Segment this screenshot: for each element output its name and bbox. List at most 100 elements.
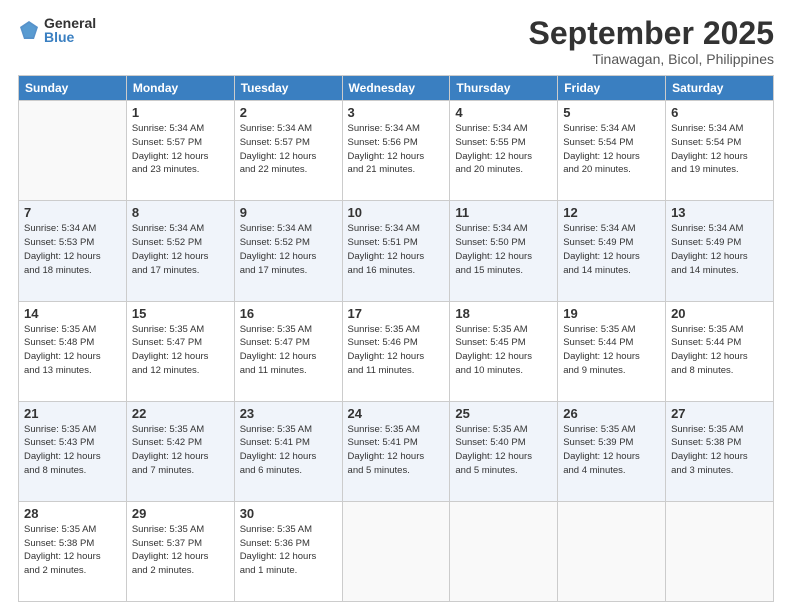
calendar-cell [666, 501, 774, 601]
day-number: 28 [24, 506, 121, 521]
calendar-cell: 28Sunrise: 5:35 AMSunset: 5:38 PMDayligh… [19, 501, 127, 601]
day-number: 17 [348, 306, 445, 321]
day-number: 5 [563, 105, 660, 120]
calendar-week-row: 28Sunrise: 5:35 AMSunset: 5:38 PMDayligh… [19, 501, 774, 601]
calendar-cell: 1 Sunrise: 5:34 AMSunset: 5:57 PMDaylight… [126, 101, 234, 201]
calendar-cell: 29 Sunrise: 5:35 AMSunset: 5:37 PMDayligh… [126, 501, 234, 601]
day-number: 2 [240, 105, 337, 120]
day-info: Sunrise: 5:34 AMSunset: 5:57 PMDaylight:… [132, 122, 229, 177]
day-number: 15 [132, 306, 229, 321]
calendar-cell [19, 101, 127, 201]
calendar-cell: 6 Sunrise: 5:34 AMSunset: 5:54 PMDaylight… [666, 101, 774, 201]
calendar-week-row: 14 Sunrise: 5:35 AMSunset: 5:48 PMDayligh… [19, 301, 774, 401]
day-header-tuesday: Tuesday [234, 76, 342, 101]
calendar-cell: 30 Sunrise: 5:35 AMSunset: 5:36 PMDayligh… [234, 501, 342, 601]
calendar-cell: 13 Sunrise: 5:34 AMSunset: 5:49 PMDayligh… [666, 201, 774, 301]
calendar-cell: 22Sunrise: 5:35 AMSunset: 5:42 PMDayligh… [126, 401, 234, 501]
calendar-cell: 23 Sunrise: 5:35 AMSunset: 5:41 PMDayligh… [234, 401, 342, 501]
day-info: Sunrise: 5:35 AMSunset: 5:41 PMDaylight:… [240, 423, 337, 478]
calendar-cell: 17 Sunrise: 5:35 AMSunset: 5:46 PMDayligh… [342, 301, 450, 401]
calendar-header-row: SundayMondayTuesdayWednesdayThursdayFrid… [19, 76, 774, 101]
calendar-cell: 4Sunrise: 5:34 AMSunset: 5:55 PMDaylight… [450, 101, 558, 201]
day-number: 29 [132, 506, 229, 521]
calendar-week-row: 7 Sunrise: 5:34 AMSunset: 5:53 PMDaylight… [19, 201, 774, 301]
day-info: Sunrise: 5:34 AMSunset: 5:49 PMDaylight:… [563, 222, 660, 277]
logo-general-text: General [44, 16, 96, 30]
day-number: 3 [348, 105, 445, 120]
calendar-cell: 20 Sunrise: 5:35 AMSunset: 5:44 PMDayligh… [666, 301, 774, 401]
calendar-cell: 7 Sunrise: 5:34 AMSunset: 5:53 PMDaylight… [19, 201, 127, 301]
calendar-cell [450, 501, 558, 601]
day-info: Sunrise: 5:35 AMSunset: 5:40 PMDaylight:… [455, 423, 552, 478]
day-header-friday: Friday [558, 76, 666, 101]
calendar-cell: 19 Sunrise: 5:35 AMSunset: 5:44 PMDayligh… [558, 301, 666, 401]
day-number: 21 [24, 406, 121, 421]
day-number: 1 [132, 105, 229, 120]
day-number: 24 [348, 406, 445, 421]
calendar-table: SundayMondayTuesdayWednesdayThursdayFrid… [18, 75, 774, 602]
logo-icon [18, 19, 40, 41]
day-header-thursday: Thursday [450, 76, 558, 101]
calendar-cell: 25 Sunrise: 5:35 AMSunset: 5:40 PMDayligh… [450, 401, 558, 501]
day-info: Sunrise: 5:34 AMSunset: 5:52 PMDaylight:… [132, 222, 229, 277]
title-block: September 2025 Tinawagan, Bicol, Philipp… [529, 16, 774, 67]
day-number: 6 [671, 105, 768, 120]
day-info: Sunrise: 5:35 AMSunset: 5:47 PMDaylight:… [240, 323, 337, 378]
day-number: 7 [24, 205, 121, 220]
logo-text: General Blue [44, 16, 96, 44]
day-info: Sunrise: 5:35 AMSunset: 5:42 PMDaylight:… [132, 423, 229, 478]
calendar-week-row: 21 Sunrise: 5:35 AMSunset: 5:43 PMDayligh… [19, 401, 774, 501]
day-number: 4 [455, 105, 552, 120]
day-info: Sunrise: 5:34 AMSunset: 5:51 PMDaylight:… [348, 222, 445, 277]
day-info: Sunrise: 5:35 AMSunset: 5:47 PMDaylight:… [132, 323, 229, 378]
calendar-cell: 3 Sunrise: 5:34 AMSunset: 5:56 PMDaylight… [342, 101, 450, 201]
day-info: Sunrise: 5:35 AMSunset: 5:37 PMDaylight:… [132, 523, 229, 578]
calendar-cell: 26Sunrise: 5:35 AMSunset: 5:39 PMDayligh… [558, 401, 666, 501]
day-header-monday: Monday [126, 76, 234, 101]
calendar-cell: 15 Sunrise: 5:35 AMSunset: 5:47 PMDayligh… [126, 301, 234, 401]
day-info: Sunrise: 5:35 AMSunset: 5:43 PMDaylight:… [24, 423, 121, 478]
calendar-cell: 14 Sunrise: 5:35 AMSunset: 5:48 PMDayligh… [19, 301, 127, 401]
day-number: 30 [240, 506, 337, 521]
location-subtitle: Tinawagan, Bicol, Philippines [529, 51, 774, 67]
day-number: 18 [455, 306, 552, 321]
calendar-cell: 18 Sunrise: 5:35 AMSunset: 5:45 PMDayligh… [450, 301, 558, 401]
day-info: Sunrise: 5:35 AMSunset: 5:36 PMDaylight:… [240, 523, 337, 578]
day-info: Sunrise: 5:34 AMSunset: 5:52 PMDaylight:… [240, 222, 337, 277]
day-number: 16 [240, 306, 337, 321]
day-info: Sunrise: 5:34 AMSunset: 5:57 PMDaylight:… [240, 122, 337, 177]
day-number: 27 [671, 406, 768, 421]
day-number: 13 [671, 205, 768, 220]
calendar-cell: 24 Sunrise: 5:35 AMSunset: 5:41 PMDayligh… [342, 401, 450, 501]
month-title: September 2025 [529, 16, 774, 51]
day-number: 23 [240, 406, 337, 421]
day-info: Sunrise: 5:35 AMSunset: 5:48 PMDaylight:… [24, 323, 121, 378]
day-number: 20 [671, 306, 768, 321]
calendar-cell [342, 501, 450, 601]
calendar-cell: 21 Sunrise: 5:35 AMSunset: 5:43 PMDayligh… [19, 401, 127, 501]
day-info: Sunrise: 5:35 AMSunset: 5:38 PMDaylight:… [671, 423, 768, 478]
day-number: 25 [455, 406, 552, 421]
day-info: Sunrise: 5:34 AMSunset: 5:49 PMDaylight:… [671, 222, 768, 277]
calendar-cell: 16 Sunrise: 5:35 AMSunset: 5:47 PMDayligh… [234, 301, 342, 401]
day-number: 11 [455, 205, 552, 220]
calendar-cell: 2 Sunrise: 5:34 AMSunset: 5:57 PMDaylight… [234, 101, 342, 201]
day-number: 19 [563, 306, 660, 321]
calendar-cell: 8Sunrise: 5:34 AMSunset: 5:52 PMDaylight… [126, 201, 234, 301]
calendar-cell: 12Sunrise: 5:34 AMSunset: 5:49 PMDayligh… [558, 201, 666, 301]
day-info: Sunrise: 5:35 AMSunset: 5:44 PMDaylight:… [563, 323, 660, 378]
day-info: Sunrise: 5:35 AMSunset: 5:44 PMDaylight:… [671, 323, 768, 378]
day-info: Sunrise: 5:34 AMSunset: 5:53 PMDaylight:… [24, 222, 121, 277]
calendar-cell: 10Sunrise: 5:34 AMSunset: 5:51 PMDayligh… [342, 201, 450, 301]
day-info: Sunrise: 5:34 AMSunset: 5:54 PMDaylight:… [671, 122, 768, 177]
day-info: Sunrise: 5:34 AMSunset: 5:56 PMDaylight:… [348, 122, 445, 177]
day-info: Sunrise: 5:35 AMSunset: 5:46 PMDaylight:… [348, 323, 445, 378]
calendar-cell: 27 Sunrise: 5:35 AMSunset: 5:38 PMDayligh… [666, 401, 774, 501]
day-header-sunday: Sunday [19, 76, 127, 101]
day-info: Sunrise: 5:35 AMSunset: 5:41 PMDaylight:… [348, 423, 445, 478]
day-info: Sunrise: 5:35 AMSunset: 5:45 PMDaylight:… [455, 323, 552, 378]
calendar-cell: 9Sunrise: 5:34 AMSunset: 5:52 PMDaylight… [234, 201, 342, 301]
calendar-cell [558, 501, 666, 601]
logo-blue-text: Blue [44, 30, 96, 44]
day-number: 14 [24, 306, 121, 321]
